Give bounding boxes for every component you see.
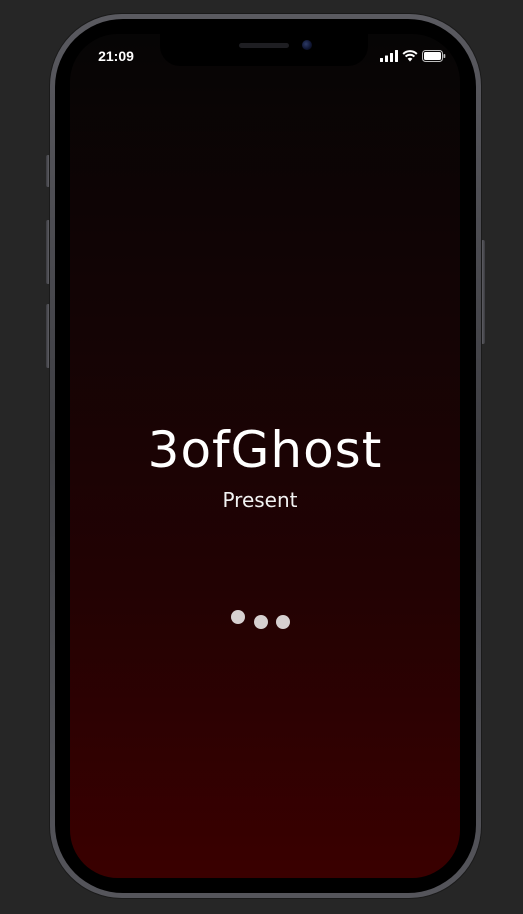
cellular-signal-icon [380,50,398,62]
loading-dot [231,610,245,624]
earpiece-speaker [239,43,289,48]
notch [160,34,368,66]
page-background: 21:09 3ofGhost Present [0,0,523,914]
status-icons [380,47,446,63]
loading-dot [254,615,268,629]
status-time: 21:09 [98,48,134,64]
wifi-icon [402,50,418,62]
front-camera-icon [302,40,312,50]
power-button [481,240,485,344]
loading-dot [276,615,290,629]
battery-icon [422,50,446,62]
app-title: 3ofGhost [147,421,383,479]
loading-indicator [224,605,304,635]
app-subtitle: Present [222,488,298,512]
